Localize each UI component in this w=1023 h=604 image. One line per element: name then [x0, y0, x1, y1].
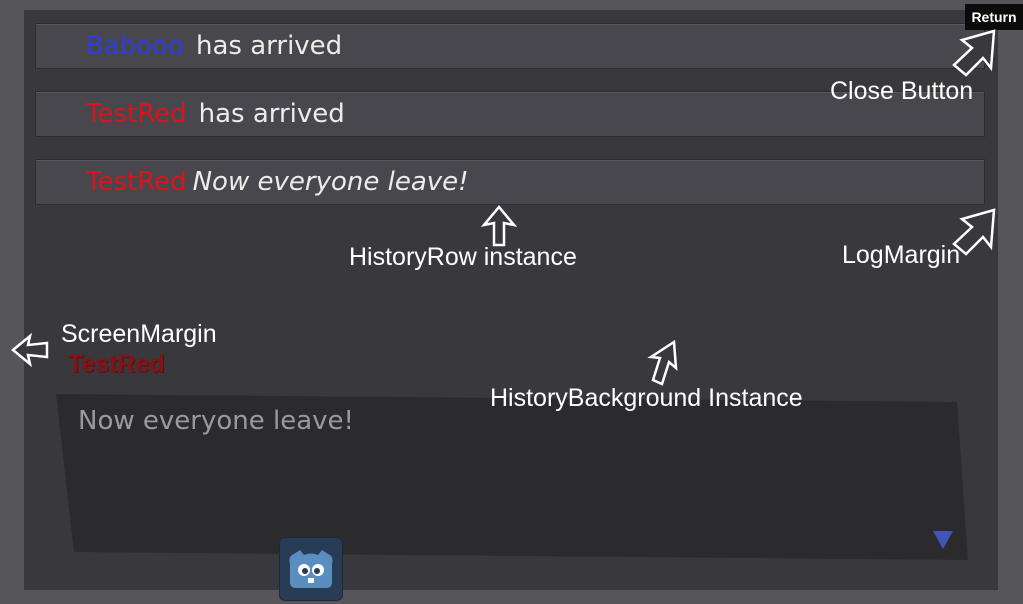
annotation-screen-margin: ScreenMargin: [61, 320, 217, 348]
history-row-message: has arrived: [198, 99, 345, 129]
annotation-history-row: HistoryRow instance: [349, 243, 577, 271]
history-row-name: TestRed: [86, 99, 187, 129]
return-button[interactable]: Return: [965, 4, 1023, 30]
arrow-up-icon: [481, 205, 517, 247]
history-row: TestRed Now everyone leave!: [35, 159, 985, 205]
arrow-up-icon: [647, 340, 678, 386]
speaker-name: TestRed: [68, 350, 165, 378]
history-row-name: TestRed: [86, 167, 187, 197]
dialog-text: Now everyone leave!: [78, 406, 354, 436]
arrow-left-icon: [11, 332, 49, 368]
history-row: Babooo has arrived: [35, 23, 985, 69]
history-row-name: Babooo: [86, 31, 184, 61]
annotation-log-margin: LogMargin: [842, 241, 961, 269]
annotation-close-button: Close Button: [830, 77, 974, 105]
history-row-message: has arrived: [196, 31, 343, 61]
triangle-down-icon[interactable]: [933, 531, 953, 549]
annotation-history-background: HistoryBackground Instance: [490, 384, 803, 412]
arrow-up-right-icon: [952, 29, 996, 77]
history-row-message: Now everyone leave!: [192, 167, 469, 197]
godot-icon: [279, 537, 343, 601]
